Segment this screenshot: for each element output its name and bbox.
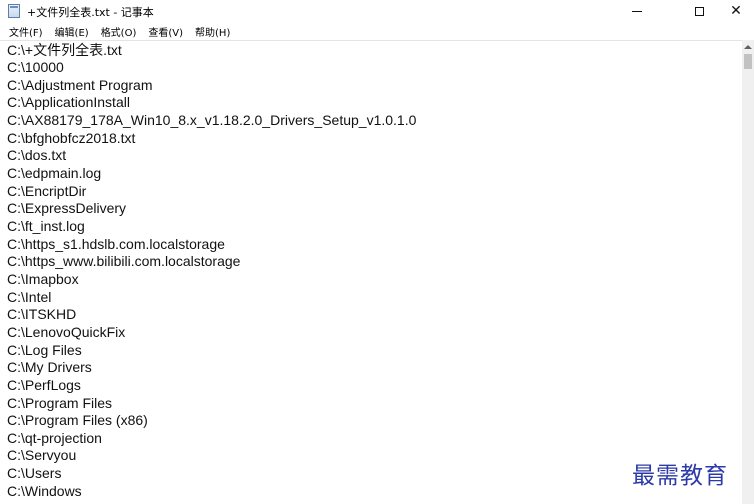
text-line: C:\EncriptDir <box>7 182 87 199</box>
text-line: C:\Program Files <box>7 394 113 411</box>
text-line: C:\Intel <box>7 288 52 305</box>
text-line: C:\ExpressDelivery <box>7 200 127 217</box>
minimize-icon <box>632 10 642 12</box>
menu-view[interactable]: 查看(V) <box>142 24 189 39</box>
text-line: C:\edpmain.log <box>7 165 102 182</box>
menu-file[interactable]: 文件(F) <box>0 24 49 39</box>
text-line: C:\ITSKHD <box>7 306 77 323</box>
text-line: C:\https_s1.hdslb.com.localstorage <box>7 235 225 252</box>
watermark-logo: 最需教育 <box>632 463 728 489</box>
text-line: C:\+文件列全表.txt <box>7 41 122 58</box>
text-line: C:\ApplicationInstall <box>7 94 130 111</box>
maximize-button[interactable] <box>676 0 722 22</box>
menu-edit[interactable]: 编辑(E) <box>49 24 95 39</box>
scroll-thumb[interactable] <box>744 54 752 69</box>
close-button[interactable]: ✕ <box>718 0 754 22</box>
text-line: C:\Program Files (x86) <box>7 412 148 429</box>
text-line: C:\bfghobfcz2018.txt <box>7 129 136 146</box>
text-line: C:\Adjustment Program <box>7 76 153 93</box>
title-bar[interactable]: +文件列全表.txt - 记事本 ✕ <box>0 0 754 22</box>
maximize-icon <box>694 6 704 16</box>
text-line: C:\My Drivers <box>7 359 92 376</box>
text-line: C:\10000 <box>7 59 64 76</box>
text-line: C:\Log Files <box>7 341 82 358</box>
text-line: C:\dos.txt <box>7 147 67 164</box>
text-line: C:\Windows <box>7 482 82 499</box>
notepad-window: +文件列全表.txt - 记事本 ✕ 文件(F) 编辑(E) 格式(O) 查看(… <box>0 0 754 504</box>
menu-format[interactable]: 格式(O) <box>95 24 143 39</box>
text-line: C:\Servyou <box>7 447 77 464</box>
text-line: C:\ft_inst.log <box>7 218 85 234</box>
window-title: +文件列全表.txt - 记事本 <box>27 6 154 19</box>
menu-help[interactable]: 帮助(H) <box>189 24 236 39</box>
text-line: C:\PerfLogs <box>7 376 81 393</box>
notepad-icon <box>8 4 20 18</box>
text-editor-area[interactable]: C:\+文件列全表.txt C:\10000 C:\Adjustment Progr… <box>0 40 742 504</box>
text-line: C:\https_www.bilibili.com.localstorage <box>7 253 241 270</box>
close-icon: ✕ <box>730 3 742 19</box>
vertical-scrollbar[interactable] <box>742 40 754 504</box>
minimize-button[interactable] <box>614 0 660 22</box>
text-line: C:\Users <box>7 465 62 482</box>
text-line: C:\qt-projection <box>7 429 102 446</box>
text-line: C:\Imapbox <box>7 270 79 287</box>
text-line: C:\LenovoQuickFix <box>7 323 126 340</box>
menu-bar: 文件(F) 编辑(E) 格式(O) 查看(V) 帮助(H) <box>0 22 754 40</box>
scroll-up-arrow-icon[interactable] <box>742 42 754 52</box>
text-line: C:\AX88179_178A_Win10_8.x_v1.18.2.0_Driv… <box>7 112 417 129</box>
